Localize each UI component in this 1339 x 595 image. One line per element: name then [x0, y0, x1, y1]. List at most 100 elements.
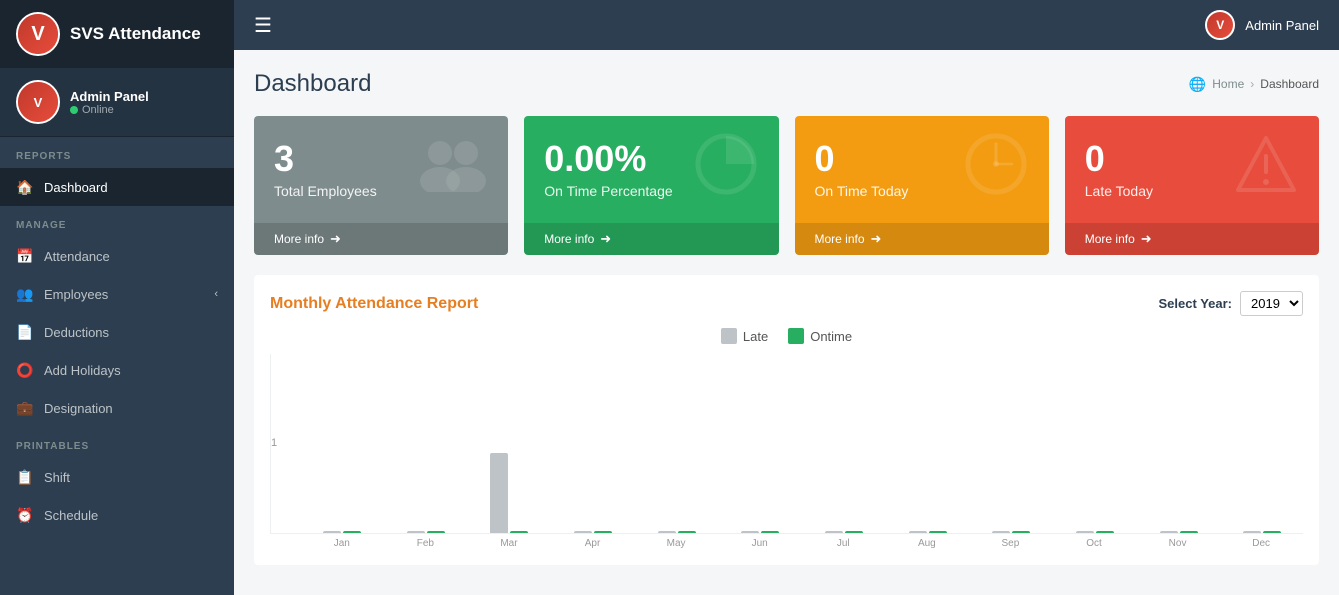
legend-ontime: Ontime [788, 328, 852, 344]
chart-x-label-jul: Jul [801, 538, 885, 549]
year-select-label: Select Year: [1159, 296, 1232, 311]
bar-late-jan [323, 531, 341, 533]
bar-ontime-feb [427, 531, 445, 533]
sidebar-item-dashboard[interactable]: 🏠 Dashboard [0, 168, 234, 206]
employees-icon: 👥 [16, 285, 34, 303]
bar-ontime-jan [343, 531, 361, 533]
sidebar-item-schedule[interactable]: ⏰ Schedule [0, 496, 234, 534]
stat-footer-arrow-late-today: ➜ [1141, 231, 1152, 247]
chart-title: Monthly Attendance Report [270, 295, 478, 313]
stat-number-late-today: 0 [1085, 141, 1153, 177]
chart-bar-group-oct [1054, 354, 1136, 533]
sidebar-logo: V [16, 12, 60, 56]
section-reports-label: REPORTS [0, 137, 234, 168]
stat-card-total-employees: 3 Total Employees More info ➜ [254, 116, 508, 255]
section-manage-label: MANAGE [0, 206, 234, 237]
chart-bar-group-apr [552, 354, 634, 533]
bar-ontime-aug [929, 531, 947, 533]
bar-late-may [658, 531, 676, 533]
dashboard-icon: 🏠 [16, 178, 34, 196]
breadcrumb-separator: › [1250, 77, 1254, 91]
chart-bar-group-sep [970, 354, 1052, 533]
legend-late-label: Late [743, 329, 768, 344]
topbar-admin-label: Admin Panel [1245, 18, 1319, 33]
add-holidays-icon: ⭕ [16, 361, 34, 379]
sidebar-item-schedule-label: Schedule [44, 508, 98, 523]
chart-x-labels: JanFebMarAprMayJunJulAugSepOctNovDec [270, 538, 1303, 549]
chart-y-label: 1 [271, 437, 277, 449]
stat-icon-late-today [1234, 132, 1299, 207]
topbar-user[interactable]: V Admin Panel [1205, 10, 1319, 40]
stat-content-late-today: 0 Late Today [1085, 141, 1153, 199]
stat-label-percentage: On Time Percentage [544, 183, 672, 199]
chart-bar-group-jul [803, 354, 885, 533]
deductions-icon: 📄 [16, 323, 34, 341]
stat-card-body-percentage: 0.00% On Time Percentage [524, 116, 778, 223]
breadcrumb-current: Dashboard [1260, 77, 1319, 91]
bar-late-dec [1243, 531, 1261, 533]
status-dot [70, 106, 78, 114]
stat-card-footer-late-today[interactable]: More info ➜ [1065, 223, 1319, 255]
stat-card-body-on-time-today: 0 On Time Today [795, 116, 1049, 223]
bar-ontime-apr [594, 531, 612, 533]
stat-footer-text-late-today: More info [1085, 232, 1135, 246]
chart-legend: Late Ontime [270, 328, 1303, 344]
employees-arrow-icon: ‹ [214, 288, 218, 300]
stat-label-late-today: Late Today [1085, 183, 1153, 199]
chart-x-label-apr: Apr [551, 538, 635, 549]
topbar-avatar: V [1205, 10, 1235, 40]
chart-x-label-may: May [634, 538, 718, 549]
bar-ontime-jun [761, 531, 779, 533]
stat-card-footer-percentage[interactable]: More info ➜ [524, 223, 778, 255]
legend-ontime-label: Ontime [810, 329, 852, 344]
sidebar-header: V SVS Attendance [0, 0, 234, 68]
bar-late-mar [490, 453, 508, 533]
designation-icon: 💼 [16, 399, 34, 417]
stat-number-employees: 3 [274, 141, 377, 177]
sidebar-item-attendance-label: Attendance [44, 249, 110, 264]
breadcrumb-home[interactable]: Home [1212, 77, 1244, 91]
stat-label-on-time-today: On Time Today [815, 183, 909, 199]
chart-x-label-dec: Dec [1219, 538, 1303, 549]
bar-late-nov [1160, 531, 1178, 533]
stat-card-late-today: 0 Late Today More info ➜ [1065, 116, 1319, 255]
sidebar-item-employees[interactable]: 👥 Employees ‹ [0, 275, 234, 313]
sidebar-item-employees-label: Employees [44, 287, 108, 302]
stat-number-percentage: 0.00% [544, 141, 672, 177]
stat-card-body-employees: 3 Total Employees [254, 116, 508, 223]
breadcrumb: 🌐 Home › Dashboard [1189, 76, 1319, 93]
chart-x-label-sep: Sep [969, 538, 1053, 549]
stat-footer-arrow-on-time-today: ➜ [871, 231, 882, 247]
stat-content-employees: 3 Total Employees [274, 141, 377, 199]
sidebar-item-attendance[interactable]: 📅 Attendance [0, 237, 234, 275]
sidebar-item-add-holidays[interactable]: ⭕ Add Holidays [0, 351, 234, 389]
stat-card-footer-employees[interactable]: More info ➜ [254, 223, 508, 255]
bar-late-jun [741, 531, 759, 533]
sidebar-item-shift[interactable]: 📋 Shift [0, 458, 234, 496]
chart-bar-group-may [636, 354, 718, 533]
bar-ontime-nov [1180, 531, 1198, 533]
stat-card-on-time-percentage: 0.00% On Time Percentage More info ➜ [524, 116, 778, 255]
year-select[interactable]: 2019 2018 2020 [1240, 291, 1303, 316]
sidebar-item-designation[interactable]: 💼 Designation [0, 389, 234, 427]
year-select-group: Select Year: 2019 2018 2020 [1159, 291, 1303, 316]
user-avatar: V [16, 80, 60, 124]
user-panel: V Admin Panel Online [0, 68, 234, 137]
stat-content-percentage: 0.00% On Time Percentage [544, 141, 672, 199]
chart-bar-group-feb [385, 354, 467, 533]
stat-icon-employees [418, 137, 488, 202]
sidebar-item-dashboard-label: Dashboard [44, 180, 108, 195]
user-name: Admin Panel [70, 89, 149, 104]
stat-card-footer-on-time-today[interactable]: More info ➜ [795, 223, 1049, 255]
bar-ontime-oct [1096, 531, 1114, 533]
legend-late-box [721, 328, 737, 344]
status-text: Online [82, 104, 114, 116]
bar-ontime-jul [845, 531, 863, 533]
bar-ontime-dec [1263, 531, 1281, 533]
stat-footer-text-percentage: More info [544, 232, 594, 246]
chart-section: Monthly Attendance Report Select Year: 2… [254, 275, 1319, 565]
hamburger-menu-icon[interactable]: ☰ [254, 13, 272, 38]
sidebar-item-deductions[interactable]: 📄 Deductions [0, 313, 234, 351]
chart-bar-group-mar [468, 354, 550, 533]
attendance-icon: 📅 [16, 247, 34, 265]
